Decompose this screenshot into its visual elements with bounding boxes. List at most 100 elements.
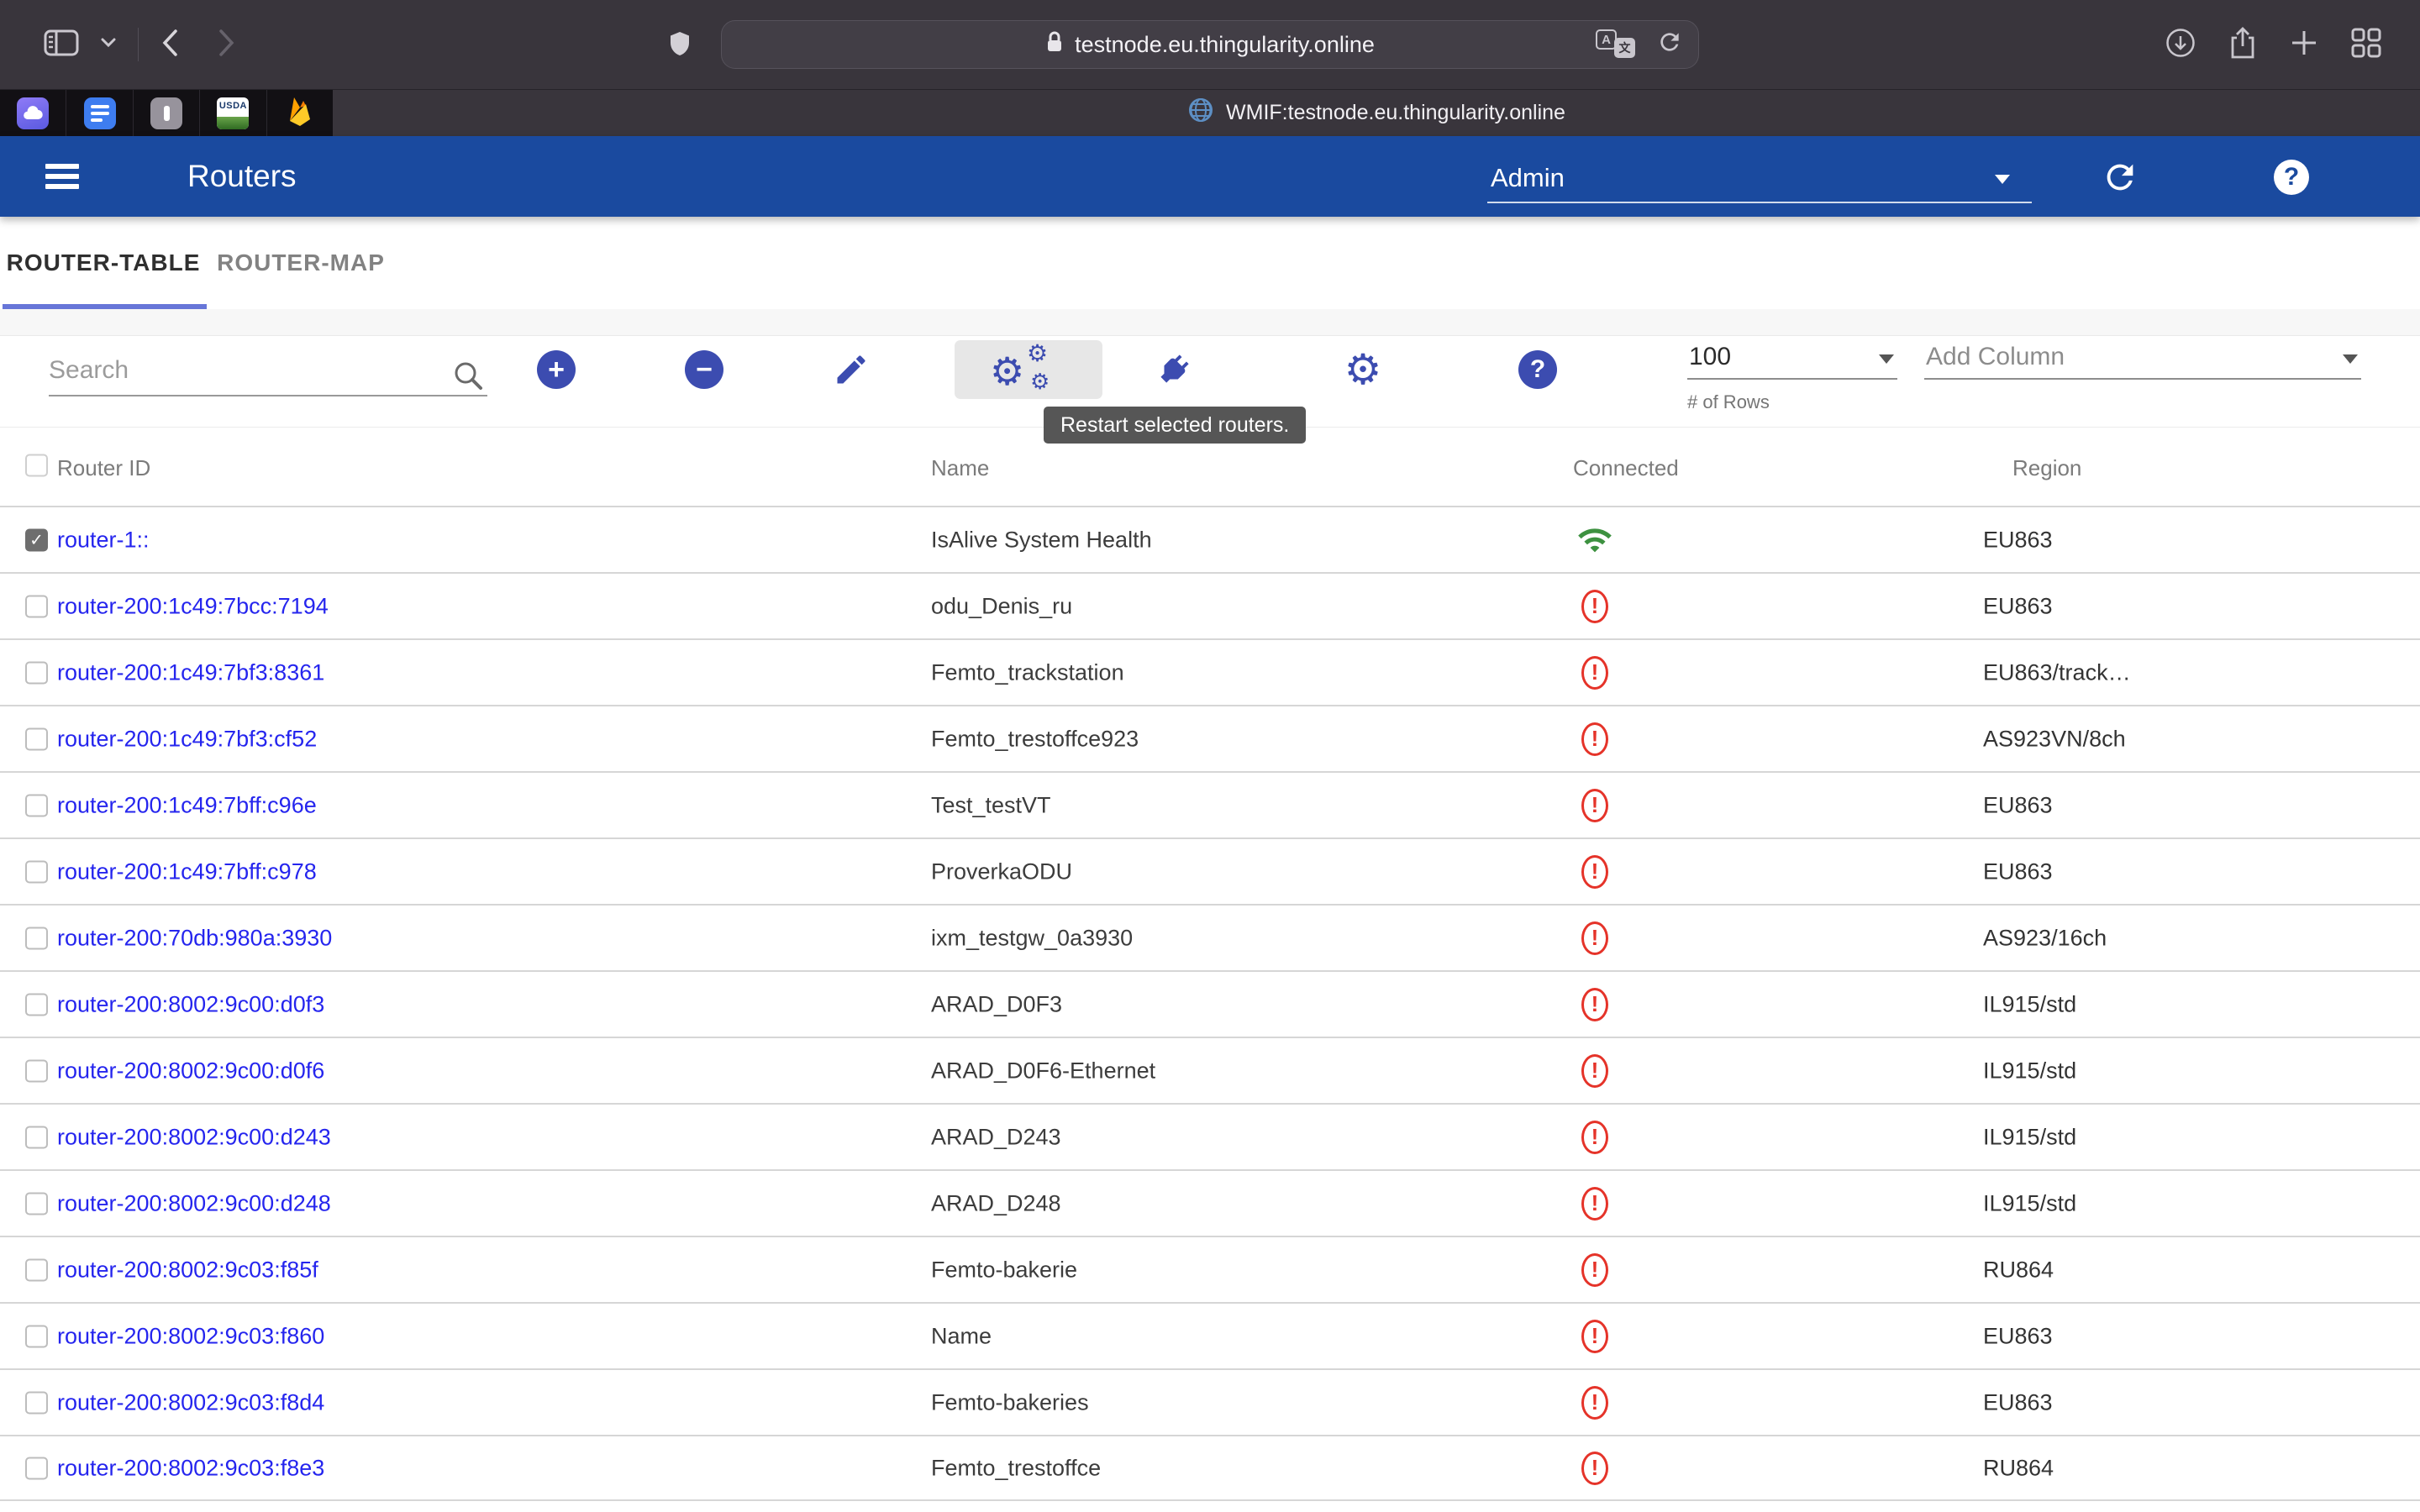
table-row[interactable]: router-200:70db:980a:3930 ixm_testgw_0a3… <box>0 904 2420 970</box>
rows-per-page-label: # of Rows <box>1687 391 1770 413</box>
row-checkbox[interactable] <box>25 727 48 750</box>
row-checkbox[interactable] <box>25 1457 48 1479</box>
user-role-select[interactable]: Admin <box>1487 155 2032 203</box>
active-browser-tab[interactable]: WMIF:testnode.eu.thingularity.online <box>333 90 2420 136</box>
tab-router-map[interactable]: ROUTER-MAP <box>207 217 395 309</box>
tab-router-table[interactable]: ROUTER-TABLE <box>0 217 207 309</box>
row-checkbox[interactable] <box>25 1126 48 1148</box>
search-input[interactable] <box>49 356 435 385</box>
column-header-name[interactable]: Name <box>931 455 989 481</box>
back-button[interactable] <box>160 29 179 61</box>
add-column-select[interactable]: Add Column <box>1924 339 2361 380</box>
menu-hamburger-icon[interactable] <box>45 164 79 189</box>
router-id-link[interactable]: router-200:8002:9c03:f85f <box>57 1257 318 1283</box>
router-id-link[interactable]: router-200:1c49:7bf3:cf52 <box>57 726 317 752</box>
row-checkbox[interactable] <box>25 1391 48 1414</box>
privacy-shield-icon[interactable] <box>669 30 691 63</box>
table-row[interactable]: router-200:1c49:7bf3:cf52 Femto_trestoff… <box>0 705 2420 771</box>
table-row[interactable]: router-200:1c49:7bf3:8361 Femto_tracksta… <box>0 638 2420 705</box>
router-id-link[interactable]: router-200:1c49:7bff:c978 <box>57 858 317 885</box>
search-field[interactable] <box>49 344 487 396</box>
sidebar-chevron-down-icon[interactable] <box>101 37 116 52</box>
router-id-link[interactable]: router-200:8002:9c03:f860 <box>57 1323 324 1349</box>
row-checkbox[interactable] <box>25 1325 48 1347</box>
router-region: EU863 <box>1983 1389 2053 1415</box>
connected-status: ! <box>1576 1452 1613 1485</box>
connected-status: ! <box>1576 789 1613 822</box>
table-row[interactable]: router-200:8002:9c03:f8e3 Femto_trestoff… <box>0 1435 2420 1501</box>
table-row[interactable]: ✓ router-1:: IsAlive System Health EU863 <box>0 506 2420 572</box>
sidebar-toggle-icon[interactable] <box>44 29 79 61</box>
connected-status: ! <box>1576 1386 1613 1420</box>
pinned-tab-usda[interactable]: USDA <box>200 90 266 136</box>
table-row[interactable]: router-200:8002:9c03:f8d4 Femto-bakeries… <box>0 1368 2420 1435</box>
table-row[interactable]: router-200:8002:9c00:d248 ARAD_D248 ! IL… <box>0 1169 2420 1236</box>
pinned-tab-docs[interactable] <box>66 90 133 136</box>
row-checkbox[interactable] <box>25 1258 48 1281</box>
router-id-link[interactable]: router-200:8002:9c00:d243 <box>57 1124 331 1150</box>
table-row[interactable]: router-200:8002:9c03:f860 Name ! EU863 <box>0 1302 2420 1368</box>
rows-per-page-select[interactable]: 100 <box>1687 339 1897 380</box>
row-checkbox[interactable] <box>25 595 48 617</box>
router-id-link[interactable]: router-200:8002:9c00:d0f6 <box>57 1058 324 1084</box>
settings-button[interactable]: ⚙ <box>1344 350 1382 389</box>
address-bar[interactable]: testnode.eu.thingularity.online A 文 <box>721 20 1699 69</box>
router-id-link[interactable]: router-200:1c49:7bcc:7194 <box>57 593 329 619</box>
row-checkbox[interactable]: ✓ <box>25 528 48 551</box>
table-row[interactable]: router-200:8002:9c00:d0f6 ARAD_D0F6-Ethe… <box>0 1037 2420 1103</box>
router-id-link[interactable]: router-200:8002:9c00:d0f3 <box>57 991 324 1017</box>
tab-overview-icon[interactable] <box>2349 26 2383 64</box>
column-header-connected[interactable]: Connected <box>1573 455 1679 481</box>
forward-button[interactable] <box>218 29 236 61</box>
add-router-button[interactable]: + <box>537 350 576 389</box>
column-header-router-id[interactable]: Router ID <box>57 455 150 481</box>
column-header-region[interactable]: Region <box>2012 455 2081 481</box>
router-id-link[interactable]: router-200:1c49:7bf3:8361 <box>57 659 324 685</box>
router-id-link[interactable]: router-1:: <box>57 527 150 553</box>
connect-router-button[interactable] <box>1155 350 1193 389</box>
pinned-tab-firebase[interactable] <box>267 90 333 136</box>
pinned-tab-info[interactable] <box>134 90 200 136</box>
new-tab-icon[interactable] <box>2289 28 2319 62</box>
edit-router-button[interactable] <box>832 350 871 389</box>
gear-glyph: ⚙ <box>1027 342 1048 365</box>
docs-icon <box>84 97 116 129</box>
row-checkbox[interactable] <box>25 794 48 816</box>
table-row[interactable]: router-200:8002:9c03:f85f Femto-bakerie … <box>0 1236 2420 1302</box>
header-help-button[interactable]: ? <box>2274 160 2309 195</box>
select-all-checkbox[interactable] <box>25 454 48 477</box>
row-checkbox[interactable] <box>25 927 48 949</box>
toolbar-help-button[interactable]: ? <box>1518 350 1557 389</box>
router-id-link[interactable]: router-200:1c49:7bff:c96e <box>57 792 317 818</box>
gear-icon: ⚙ <box>1344 349 1382 391</box>
share-icon[interactable] <box>2227 26 2259 64</box>
lock-icon <box>1045 30 1064 60</box>
row-checkbox[interactable] <box>25 661 48 684</box>
connected-status <box>1576 525 1613 555</box>
table-row[interactable]: router-200:8002:9c00:d0f3 ARAD_D0F3 ! IL… <box>0 970 2420 1037</box>
router-name: Femto-bakerie <box>931 1257 1077 1283</box>
row-checkbox[interactable] <box>25 1059 48 1082</box>
table-row[interactable]: router-200:1c49:7bcc:7194 odu_Denis_ru !… <box>0 572 2420 638</box>
reload-icon[interactable] <box>1656 29 1683 61</box>
translate-icon[interactable]: A 文 <box>1596 29 1638 60</box>
restart-routers-icon[interactable]: ⚙ ⚙ ⚙ <box>990 342 1071 401</box>
table-row[interactable]: router-200:1c49:7bff:c96e Test_testVT ! … <box>0 771 2420 837</box>
remove-router-button[interactable]: − <box>685 350 723 389</box>
router-name: ARAD_D0F3 <box>931 991 1062 1017</box>
router-id-link[interactable]: router-200:8002:9c00:d248 <box>57 1190 331 1216</box>
row-checkbox[interactable] <box>25 1192 48 1215</box>
router-id-link[interactable]: router-200:70db:980a:3930 <box>57 925 332 951</box>
refresh-button[interactable] <box>2101 158 2139 201</box>
row-checkbox[interactable] <box>25 860 48 883</box>
row-checkbox[interactable] <box>25 993 48 1016</box>
table-row[interactable]: router-200:1c49:7bff:c978 ProverkaODU ! … <box>0 837 2420 904</box>
router-region: EU863 <box>1983 1323 2053 1349</box>
router-id-link[interactable]: router-200:8002:9c03:f8e3 <box>57 1455 324 1481</box>
router-region: EU863 <box>1983 527 2053 553</box>
router-id-link[interactable]: router-200:8002:9c03:f8d4 <box>57 1389 324 1415</box>
table-row[interactable]: router-200:8002:9c00:d243 ARAD_D243 ! IL… <box>0 1103 2420 1169</box>
downloads-icon[interactable] <box>2165 27 2196 63</box>
pinned-tab-icloud[interactable] <box>0 90 66 136</box>
router-region: EU863/track… <box>1983 659 2131 685</box>
